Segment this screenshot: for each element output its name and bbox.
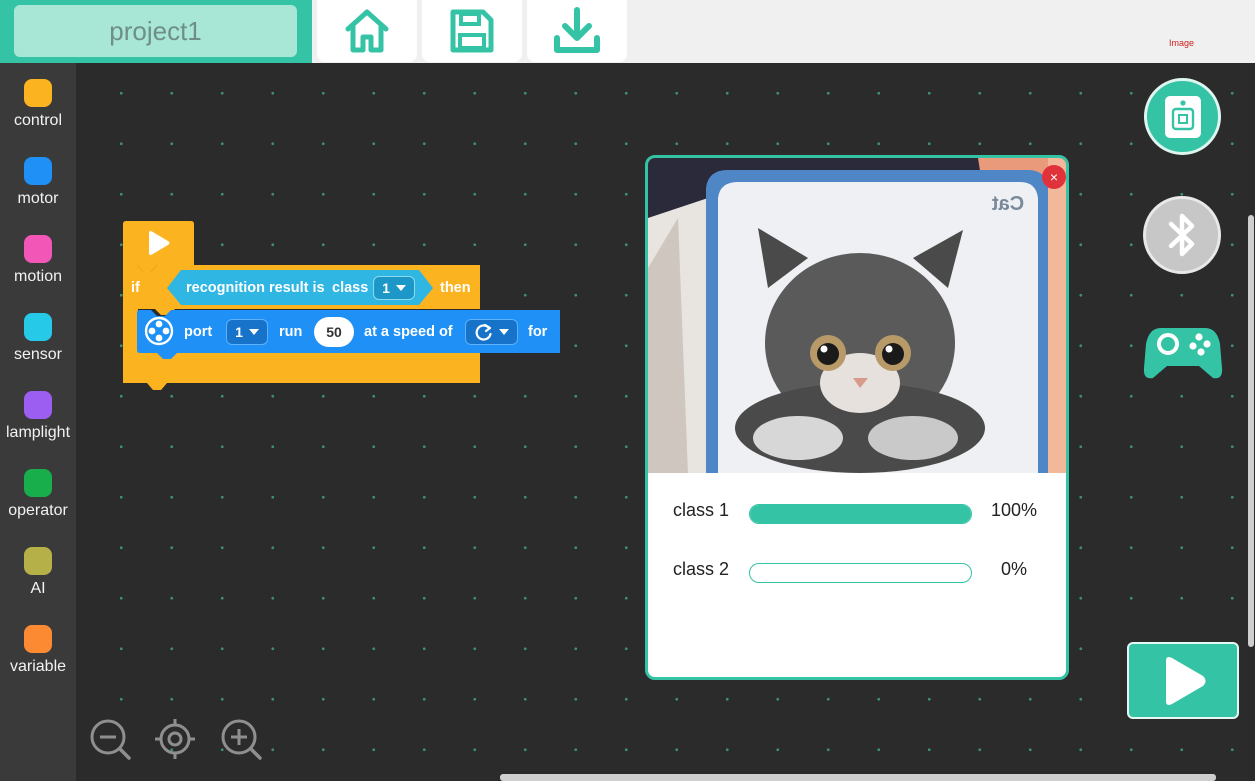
class-1-confidence-fill [750, 505, 971, 523]
class-word: class [332, 280, 369, 296]
category-motor[interactable]: motor [0, 141, 76, 211]
class-1-percent: 100% [990, 500, 1038, 520]
category-control[interactable]: control [0, 63, 76, 133]
horizontal-scrollbar[interactable] [500, 774, 1216, 781]
class-2-confidence-bar [749, 563, 972, 583]
play-icon [1166, 656, 1206, 705]
class-dropdown[interactable]: 1 [373, 276, 415, 300]
class-value: 1 [382, 280, 390, 296]
bluetooth-button[interactable] [1143, 196, 1221, 274]
run-value-input[interactable]: 50 [314, 317, 354, 347]
category-lamplight[interactable]: lamplight [0, 375, 76, 445]
run-program-button[interactable] [1127, 642, 1239, 719]
dropdown-arrow-icon [248, 329, 259, 335]
top-bar: project1 Image [0, 0, 1255, 63]
gamepad-icon[interactable] [1143, 322, 1223, 382]
category-dot [24, 313, 52, 341]
category-ai[interactable]: AI [0, 531, 76, 601]
category-dot [24, 625, 52, 653]
home-icon [345, 9, 389, 53]
category-dot [24, 79, 52, 107]
category-dot [24, 235, 52, 263]
category-operator[interactable]: operator [0, 453, 76, 523]
if-label: if [131, 280, 140, 296]
port-dropdown[interactable]: 1 [226, 319, 268, 345]
port-value: 1 [235, 324, 243, 340]
direction-dropdown[interactable] [465, 319, 518, 345]
speed-label: at a speed of [364, 324, 453, 340]
run-label: run [279, 324, 303, 340]
close-panel-button[interactable]: × [1042, 165, 1066, 189]
project-name-field[interactable]: project1 [14, 5, 297, 57]
bluetooth-icon [1168, 213, 1195, 257]
recognition-panel: Cat × class 1 100% class 2 0% [645, 155, 1069, 680]
category-dot [24, 469, 52, 497]
download-button[interactable] [527, 0, 627, 62]
save-icon [450, 9, 494, 53]
camera-preview-image: Cat [648, 158, 1066, 474]
category-variable[interactable]: variable [0, 609, 76, 679]
category-label: motor [17, 190, 59, 207]
download-icon [554, 7, 600, 53]
recenter-button[interactable] [154, 718, 196, 760]
dropdown-arrow-icon [395, 285, 406, 291]
zoom-out-button[interactable] [89, 718, 131, 760]
motor-icon [144, 316, 174, 346]
category-label: motion [13, 268, 63, 285]
category-label: lamplight [5, 424, 71, 441]
category-dot [24, 391, 52, 419]
class-1-label: class 1 [673, 500, 730, 520]
port-label: port [184, 324, 213, 340]
category-dot [24, 157, 52, 185]
dropdown-arrow-icon [498, 329, 509, 335]
rotate-clockwise-icon [475, 323, 492, 341]
vertical-scrollbar[interactable] [1248, 215, 1254, 647]
card-text: Cat [992, 193, 1025, 215]
run-value: 50 [326, 324, 342, 340]
class-2-percent: 0% [1000, 559, 1027, 579]
category-label: sensor [13, 346, 63, 363]
category-label: AI [30, 580, 46, 597]
category-motion[interactable]: motion [0, 219, 76, 289]
project-area: project1 [0, 0, 312, 63]
device-button[interactable] [1144, 78, 1221, 155]
corner-label: Image [1169, 38, 1195, 48]
category-label: operator [8, 502, 68, 519]
class-1-confidence-bar [749, 504, 972, 524]
for-label: for [528, 324, 548, 340]
robot-controller-icon [1164, 95, 1201, 138]
save-button[interactable] [422, 0, 522, 62]
class-2-label: class 2 [673, 559, 730, 579]
category-label: control [13, 112, 63, 129]
zoom-in-button[interactable] [220, 718, 262, 760]
category-dot [24, 547, 52, 575]
then-label: then [440, 280, 471, 296]
home-button[interactable] [317, 0, 417, 62]
condition-label: recognition result is [186, 280, 325, 296]
category-sidebar: control motor motion sensor lamplight op… [0, 63, 76, 781]
category-label: variable [9, 658, 67, 675]
crosshair-icon [159, 723, 191, 755]
category-sensor[interactable]: sensor [0, 297, 76, 367]
